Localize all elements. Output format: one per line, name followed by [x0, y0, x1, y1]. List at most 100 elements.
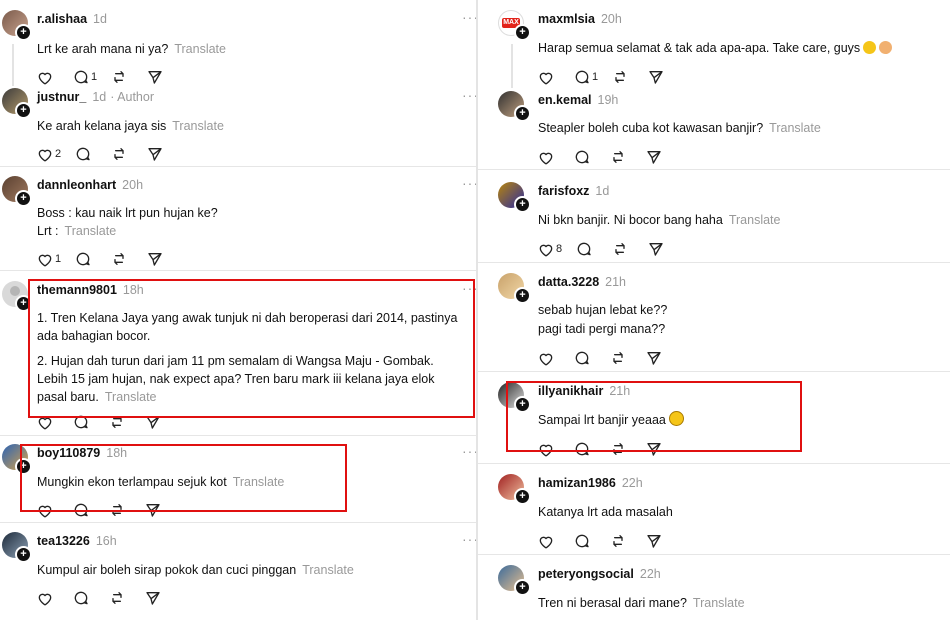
translate-link[interactable]: Translate [693, 596, 745, 610]
like-button[interactable]: 2 [37, 147, 61, 162]
repost-button[interactable] [111, 146, 127, 162]
username[interactable]: hamizan1986 [538, 476, 616, 490]
reply-button[interactable] [73, 414, 89, 430]
follow-plus-button[interactable]: + [15, 190, 32, 207]
repost-button[interactable] [111, 69, 127, 85]
repost-button[interactable] [111, 251, 127, 267]
username[interactable]: dannleonhart [37, 178, 116, 192]
translate-link[interactable]: Translate [105, 390, 157, 404]
translate-link[interactable]: Translate [233, 475, 285, 489]
share-button[interactable] [648, 69, 664, 85]
repost-button[interactable] [109, 502, 125, 518]
username[interactable]: boy110879 [37, 446, 100, 460]
share-button[interactable] [145, 414, 161, 430]
repost-button[interactable] [612, 69, 628, 85]
like-button[interactable] [538, 351, 554, 366]
reply-button[interactable] [75, 146, 91, 162]
more-options-icon[interactable]: ··· [462, 175, 476, 191]
like-button[interactable] [37, 70, 53, 85]
like-button[interactable]: 8 [538, 242, 562, 257]
follow-plus-button[interactable]: + [514, 396, 531, 413]
username[interactable]: r.alishaa [37, 12, 87, 26]
username[interactable]: en.kemal [538, 93, 592, 107]
like-button[interactable] [538, 70, 554, 85]
share-icon [145, 590, 161, 606]
like-button[interactable]: 1 [37, 252, 61, 267]
follow-plus-button[interactable]: + [514, 488, 531, 505]
share-button[interactable] [646, 533, 662, 549]
reply-button[interactable] [574, 441, 590, 457]
comment-text: Katanya lrt ada masalah [538, 505, 673, 519]
share-button[interactable] [646, 350, 662, 366]
follow-plus-button[interactable]: + [15, 102, 32, 119]
follow-plus-button[interactable]: + [514, 196, 531, 213]
follow-plus-button[interactable]: + [15, 458, 32, 475]
share-button[interactable] [646, 441, 662, 457]
repost-button[interactable] [109, 590, 125, 606]
translate-link[interactable]: Translate [729, 213, 781, 227]
repost-button[interactable] [610, 350, 626, 366]
comment-text: Ke arah kelana jaya sis Translate [37, 119, 224, 133]
username[interactable]: themann9801 [37, 283, 117, 297]
username[interactable]: illyanikhair [538, 384, 603, 398]
like-button[interactable] [37, 415, 53, 430]
share-button[interactable] [145, 590, 161, 606]
share-button[interactable] [147, 251, 163, 267]
comment-meta: justnur_ 1d · Author [37, 90, 154, 104]
repost-icon [610, 149, 626, 165]
like-button[interactable] [37, 503, 53, 518]
like-button[interactable] [538, 150, 554, 165]
share-button[interactable] [646, 149, 662, 165]
follow-plus-button[interactable]: + [15, 546, 32, 563]
more-options-icon[interactable]: ··· [462, 443, 476, 459]
reply-button[interactable] [574, 533, 590, 549]
reply-button[interactable] [73, 590, 89, 606]
comments-column-left: + r.alishaa 1d ··· Lrt ke arah mana ni ya?Tr… [0, 0, 476, 620]
like-button[interactable] [538, 534, 554, 549]
follow-plus-button[interactable]: + [514, 579, 531, 596]
username[interactable]: justnur_ [37, 90, 86, 104]
reply-button[interactable] [574, 149, 590, 165]
repost-button[interactable] [610, 441, 626, 457]
reply-button[interactable]: 1 [574, 69, 598, 85]
follow-plus-button[interactable]: + [514, 24, 531, 41]
more-options-icon[interactable]: ··· [462, 9, 476, 25]
share-button[interactable] [147, 146, 163, 162]
reply-button[interactable] [73, 502, 89, 518]
username[interactable]: tea13226 [37, 534, 90, 548]
share-icon [648, 69, 664, 85]
repost-button[interactable] [610, 533, 626, 549]
translate-link[interactable]: Translate [174, 42, 226, 56]
username[interactable]: peteryongsocial [538, 567, 634, 581]
username[interactable]: farisfoxz [538, 184, 589, 198]
reply-button[interactable] [576, 241, 592, 257]
follow-plus-button[interactable]: + [15, 24, 32, 41]
like-button[interactable] [538, 442, 554, 457]
share-button[interactable] [147, 69, 163, 85]
follow-plus-button[interactable]: + [514, 287, 531, 304]
reply-button[interactable] [574, 350, 590, 366]
like-button[interactable] [37, 591, 53, 606]
repost-button[interactable] [109, 414, 125, 430]
follow-plus-button[interactable]: + [15, 295, 32, 312]
share-button[interactable] [145, 502, 161, 518]
more-options-icon[interactable]: ··· [462, 280, 476, 296]
reply-button[interactable] [75, 251, 91, 267]
comment-text: Tren ni berasal dari mane? Translate [538, 596, 745, 610]
translate-link[interactable]: Translate [302, 563, 354, 577]
username[interactable]: datta.3228 [538, 275, 599, 289]
username[interactable]: maxmlsia [538, 12, 595, 26]
translate-link[interactable]: Translate [769, 121, 821, 135]
translate-link[interactable]: Translate [65, 224, 117, 238]
comment-meta: farisfoxz 1d [538, 184, 609, 198]
comment-icon [574, 350, 590, 366]
divider [0, 166, 476, 167]
repost-button[interactable] [612, 241, 628, 257]
share-button[interactable] [648, 241, 664, 257]
repost-button[interactable] [610, 149, 626, 165]
more-options-icon[interactable]: ··· [462, 531, 476, 547]
more-options-icon[interactable]: ··· [462, 87, 476, 103]
translate-link[interactable]: Translate [172, 119, 224, 133]
reply-button[interactable]: 1 [73, 69, 97, 85]
follow-plus-button[interactable]: + [514, 105, 531, 122]
